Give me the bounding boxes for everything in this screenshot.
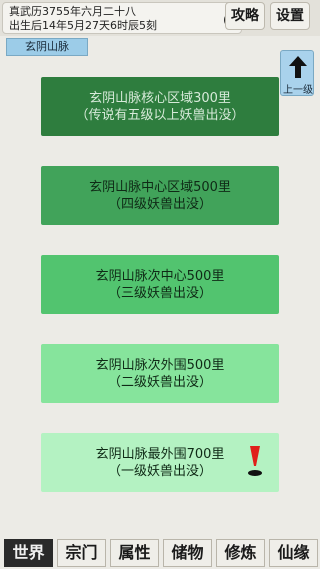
region-center-button[interactable]: 玄阴山脉中心区域500里 （四级妖兽出没） xyxy=(41,166,279,225)
region-name: 玄阴山脉次外围500里 xyxy=(95,357,225,373)
region-name: 玄阴山脉次中心500里 xyxy=(95,268,225,284)
region-description: （二级妖兽出没） xyxy=(107,374,212,390)
bottom-navigation: 世界 宗门 属性 储物 修炼 仙缘 xyxy=(0,536,320,569)
calendar-date: 真武历3755年六月二十八 xyxy=(9,5,136,18)
region-core-button[interactable]: 玄阴山脉核心区域300里 （传说有五级以上妖兽出没） xyxy=(41,77,279,136)
nav-tab-sect[interactable]: 宗门 xyxy=(57,539,106,567)
region-outermost-button[interactable]: 玄阴山脉最外围700里 （一级妖兽出没） xyxy=(41,433,279,492)
region-description: （四级妖兽出没） xyxy=(107,196,212,212)
region-name: 玄阴山脉最外围700里 xyxy=(95,446,225,462)
nav-tab-world[interactable]: 世界 xyxy=(4,539,53,567)
region-description: （三级妖兽出没） xyxy=(107,285,212,301)
go-up-level-label: 上一级 xyxy=(283,85,313,96)
age-since-birth: 出生后14年5月27天6时辰5刻 xyxy=(9,19,157,32)
guide-button[interactable]: 攻略 xyxy=(225,2,265,30)
top-bar: 真武历3755年六月二十八 出生后14年5月27天6时辰5刻 ? 攻略 设置 xyxy=(0,0,320,36)
settings-button[interactable]: 设置 xyxy=(270,2,310,30)
nav-tab-attributes[interactable]: 属性 xyxy=(110,539,159,567)
nav-tab-storage[interactable]: 储物 xyxy=(163,539,212,567)
region-name: 玄阴山脉核心区域300里 xyxy=(89,90,231,106)
region-description: （一级妖兽出没） xyxy=(107,463,212,479)
arrow-up-icon xyxy=(289,56,307,78)
region-name: 玄阴山脉中心区域500里 xyxy=(89,179,231,195)
nav-tab-fortune[interactable]: 仙缘 xyxy=(269,539,318,567)
region-sub-center-button[interactable]: 玄阴山脉次中心500里 （三级妖兽出没） xyxy=(41,255,279,314)
region-description: （传说有五级以上妖兽出没） xyxy=(75,107,245,123)
go-up-level-button[interactable]: 上一级 xyxy=(280,50,314,96)
current-position-marker-icon xyxy=(248,446,262,476)
date-panel: 真武历3755年六月二十八 出生后14年5月27天6时辰5刻 ? xyxy=(2,2,242,34)
region-sub-outer-button[interactable]: 玄阴山脉次外围500里 （二级妖兽出没） xyxy=(41,344,279,403)
current-location-tag: 玄阴山脉 xyxy=(6,38,88,56)
nav-tab-cultivation[interactable]: 修炼 xyxy=(216,539,265,567)
